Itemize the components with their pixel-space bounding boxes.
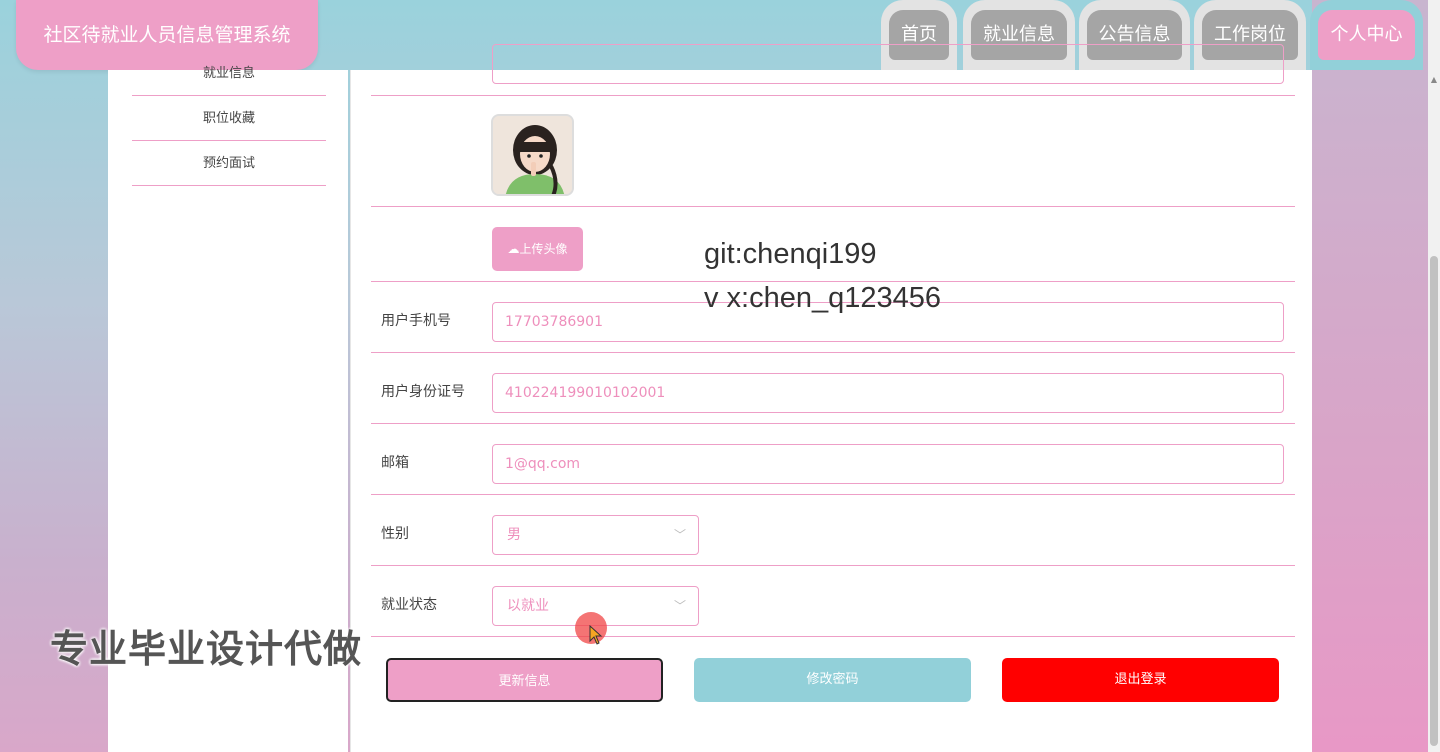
logout-button[interactable]: 退出登录 (1002, 658, 1279, 702)
watermark-line1: git:chenqi199 (704, 238, 877, 270)
sidebar-item-favorites[interactable]: 职位收藏 (132, 96, 326, 141)
phone-label: 用户手机号 (381, 313, 451, 329)
email-label: 邮箱 (381, 455, 409, 471)
avatar (491, 114, 574, 196)
mouse-cursor-icon (589, 625, 603, 645)
upload-avatar-label: 上传头像 (519, 242, 568, 256)
row-divider (371, 206, 1295, 207)
sidebar-item-employment-info[interactable]: 就业信息 (132, 51, 326, 96)
page-scrollbar[interactable]: ▲ (1428, 0, 1440, 752)
row-divider (371, 352, 1295, 353)
watermark-line2: v x:chen_q123456 (704, 282, 942, 314)
scroll-thumb[interactable] (1430, 256, 1438, 746)
promo-watermark: 专业毕业设计代做 (50, 627, 363, 671)
profile-form: ☁上传头像 用户手机号 17703786901 用户身份证号 410224199… (350, 44, 1312, 752)
nav-tab-label: 个人中心 (1318, 10, 1415, 60)
email-input[interactable]: 1@qq.com (492, 444, 1284, 484)
change-password-button[interactable]: 修改密码 (694, 658, 971, 702)
employment-status-value: 以就业 (507, 598, 549, 614)
avatar-image (493, 116, 572, 194)
row-divider (371, 565, 1295, 566)
cloud-upload-icon: ☁ (507, 242, 520, 256)
gender-label: 性别 (381, 526, 409, 542)
chevron-down-icon: ﹀ (673, 599, 686, 613)
gender-select[interactable]: 男 ﹀ (492, 515, 699, 555)
row-divider (371, 636, 1295, 637)
employment-status-label: 就业状态 (381, 597, 437, 613)
row-divider (371, 494, 1295, 495)
chevron-down-icon: ﹀ (673, 528, 686, 542)
id-card-input[interactable]: 410224199010102001 (492, 373, 1284, 413)
scrolled-field-input[interactable] (492, 44, 1284, 84)
right-background (1312, 0, 1428, 752)
id-card-label: 用户身份证号 (381, 384, 465, 400)
sidebar-item-interviews[interactable]: 预约面试 (132, 141, 326, 186)
row-divider (371, 423, 1295, 424)
update-info-button[interactable]: 更新信息 (386, 658, 663, 702)
gender-value: 男 (507, 527, 521, 543)
scroll-up-icon[interactable]: ▲ (1430, 76, 1438, 84)
upload-avatar-button[interactable]: ☁上传头像 (492, 227, 583, 271)
nav-tab-personal-center[interactable]: 个人中心 (1310, 0, 1423, 70)
watermark-text: git:chenqi199 v x:chen_q123456 (704, 236, 941, 316)
row-divider (371, 95, 1295, 96)
